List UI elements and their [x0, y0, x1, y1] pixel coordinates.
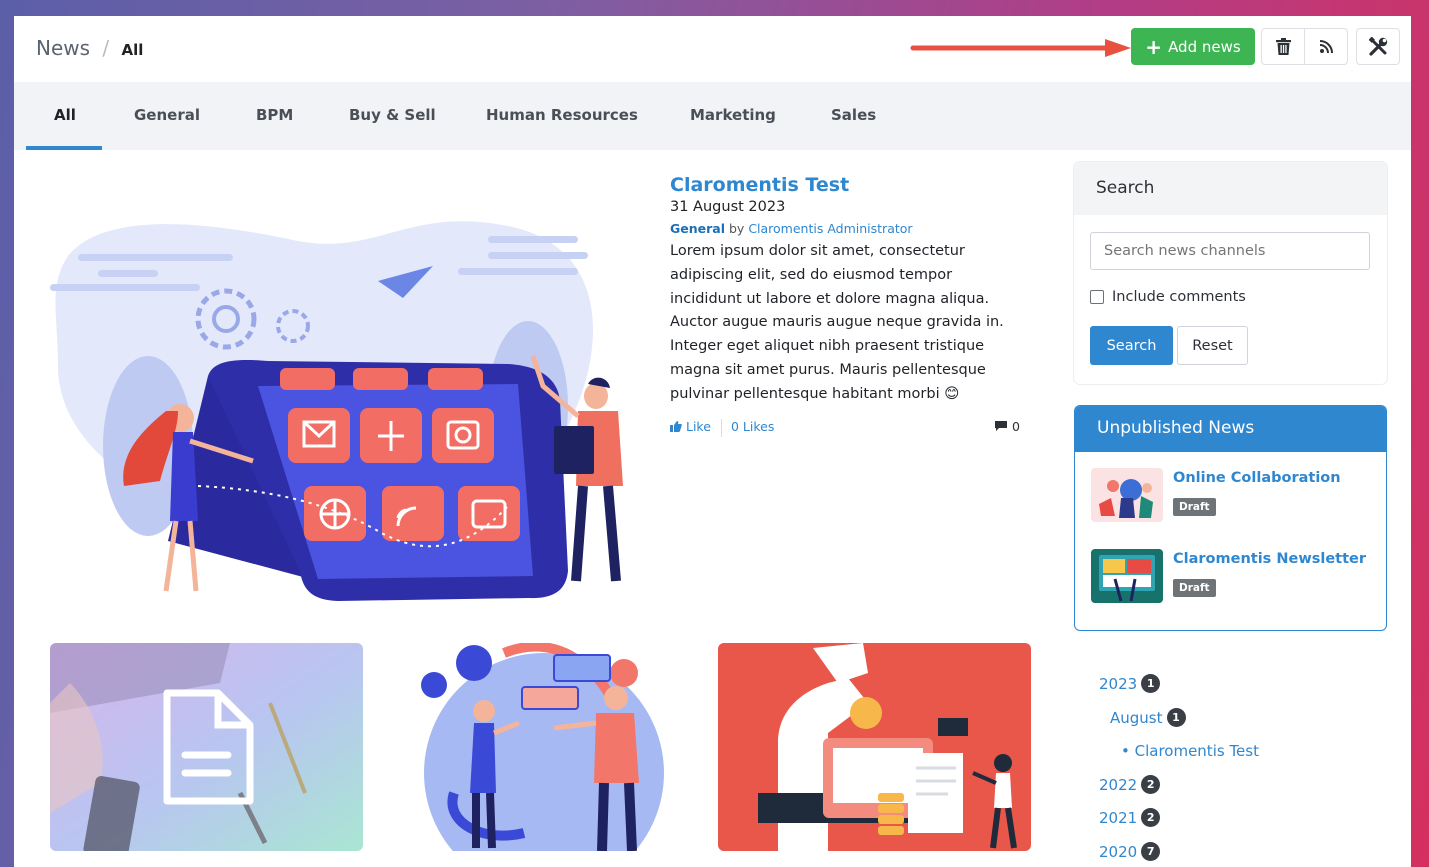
tab-buy-sell[interactable]: Buy & Sell — [349, 106, 436, 124]
featured-news-image[interactable] — [48, 186, 648, 606]
add-news-button[interactable]: + Add news — [1131, 28, 1255, 65]
search-panel-title: Search — [1074, 162, 1387, 215]
news-card-image-document[interactable] — [50, 643, 363, 851]
reset-button[interactable]: Reset — [1177, 326, 1248, 365]
tab-human-resources[interactable]: Human Resources — [486, 106, 638, 124]
archive-count-badge: 1 — [1141, 674, 1161, 693]
draft-badge: Draft — [1173, 579, 1216, 597]
post-meta: General by Claromentis Administrator — [670, 221, 1020, 236]
archive-label: August — [1110, 708, 1163, 727]
like-label: Like — [685, 418, 711, 434]
archive-label: • Claromentis Test — [1121, 742, 1259, 760]
tools-button[interactable] — [1356, 28, 1400, 65]
archive-count-badge: 1 — [1166, 708, 1186, 727]
archive-count-badge: 2 — [1141, 775, 1161, 794]
breadcrumb-separator: / — [102, 36, 110, 60]
featured-post: Claromentis Test 31 August 2023 General … — [670, 174, 1020, 437]
post-excerpt-text: Lorem ipsum dolor sit amet, consectetur … — [670, 243, 1004, 402]
add-news-label: Add news — [1168, 37, 1241, 56]
archive-label: 2020 — [1099, 842, 1138, 861]
rss-button[interactable] — [1304, 28, 1348, 65]
plus-icon: + — [1145, 34, 1163, 59]
post-by: by — [728, 221, 745, 236]
active-tab-indicator — [26, 146, 102, 150]
archive-year-2021[interactable]: 2021 2 — [1099, 808, 1161, 827]
include-comments-checkbox[interactable] — [1090, 290, 1104, 304]
tab-sales[interactable]: Sales — [831, 106, 876, 124]
archive-month-august[interactable]: August 1 — [1110, 708, 1186, 727]
comment-icon — [995, 420, 1008, 431]
unpublished-thumbnail — [1091, 549, 1163, 603]
delete-button[interactable] — [1261, 28, 1305, 65]
likes-count[interactable]: 0 Likes — [731, 419, 774, 434]
search-panel: Search Include comments Search Reset — [1074, 162, 1387, 384]
archive-label: 2021 — [1099, 808, 1138, 827]
unpublished-thumbnail — [1091, 468, 1163, 522]
archive-count-badge: 7 — [1141, 842, 1161, 861]
tools-icon — [1368, 37, 1387, 56]
archive-label: 2023 — [1099, 674, 1138, 693]
archive-post-link[interactable]: • Claromentis Test — [1121, 742, 1259, 760]
annotation-arrow-icon — [910, 39, 1131, 57]
page-header: News / All + Add news — [14, 16, 1411, 82]
post-category[interactable]: General — [670, 221, 725, 236]
unpublished-news-panel: Unpublished News Online Collaboration Dr… — [1074, 405, 1387, 631]
like-button[interactable]: Like — [670, 419, 711, 434]
tab-bpm[interactable]: BPM — [256, 106, 293, 124]
unpublished-news-title: Unpublished News — [1075, 406, 1386, 452]
archive-year-2022[interactable]: 2022 2 — [1099, 775, 1161, 794]
include-comments-label: Include comments — [1112, 289, 1246, 305]
action-divider — [721, 418, 722, 437]
tab-general[interactable]: General — [134, 106, 200, 124]
archive-label: 2022 — [1099, 775, 1138, 794]
post-actions: Like 0 Likes 0 — [670, 418, 1020, 437]
category-tabs: All General BPM Buy & Sell Human Resourc… — [14, 82, 1411, 150]
thumbs-up-icon — [670, 420, 682, 432]
smile-emoji-icon: 😊 — [944, 385, 960, 402]
archive-year-2023[interactable]: 2023 1 — [1099, 674, 1161, 693]
archive-count-badge: 2 — [1141, 808, 1161, 827]
rss-icon — [1319, 40, 1333, 53]
news-page: News / All + Add news All General BPM Bu… — [14, 16, 1411, 867]
news-card-image-collaboration[interactable] — [384, 643, 697, 851]
include-comments-option[interactable]: Include comments — [1090, 289, 1246, 305]
tab-all[interactable]: All — [54, 106, 76, 124]
breadcrumb-current: All — [121, 41, 144, 59]
unpublished-item-title[interactable]: Online Collaboration — [1173, 470, 1341, 486]
post-title[interactable]: Claromentis Test — [670, 174, 1020, 196]
comments-link[interactable]: 0 — [994, 419, 1020, 434]
breadcrumb-root[interactable]: News — [36, 36, 90, 60]
trash-icon — [1275, 38, 1291, 55]
tab-marketing[interactable]: Marketing — [690, 106, 776, 124]
unpublished-item[interactable]: Online Collaboration Draft — [1091, 468, 1381, 524]
archive-year-2020[interactable]: 2020 7 — [1099, 842, 1161, 861]
search-input[interactable] — [1090, 232, 1370, 270]
post-author[interactable]: Claromentis Administrator — [748, 221, 912, 236]
search-button[interactable]: Search — [1090, 326, 1173, 365]
post-date: 31 August 2023 — [670, 199, 786, 215]
breadcrumb: News / All — [36, 36, 143, 60]
unpublished-item[interactable]: Claromentis Newsletter Draft — [1091, 549, 1381, 605]
comments-count: 0 — [1012, 418, 1020, 434]
draft-badge: Draft — [1173, 498, 1216, 516]
unpublished-item-title[interactable]: Claromentis Newsletter — [1173, 551, 1366, 567]
post-excerpt: Lorem ipsum dolor sit amet, consectetur … — [670, 240, 1020, 407]
news-card-image-payment[interactable] — [718, 643, 1031, 851]
